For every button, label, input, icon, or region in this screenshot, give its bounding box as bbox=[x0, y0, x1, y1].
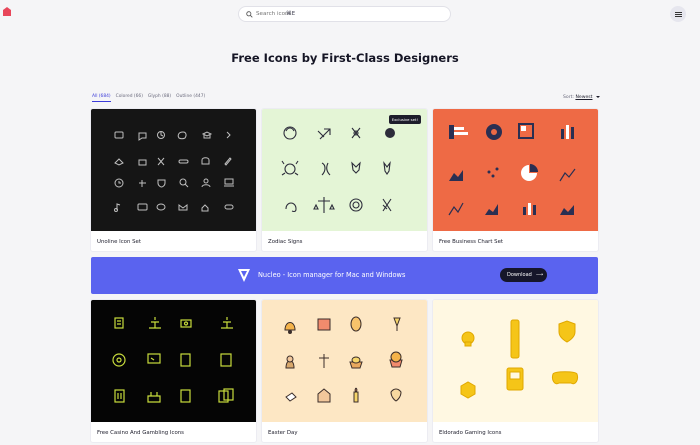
menu-icon bbox=[674, 11, 682, 17]
tab-outline[interactable]: Outline (447) bbox=[176, 94, 205, 102]
download-label: Download bbox=[507, 272, 532, 278]
exclusive-badge: Exclusive set! bbox=[388, 115, 421, 124]
tab-colored[interactable]: Colored (66) bbox=[116, 94, 143, 102]
card-thumbnail bbox=[433, 300, 598, 422]
tab-all[interactable]: All (684) bbox=[92, 94, 111, 102]
business-chart-icons-preview bbox=[448, 123, 576, 216]
outline-icons-preview bbox=[114, 131, 234, 212]
tab-glyph[interactable]: Glyph (88) bbox=[148, 94, 171, 102]
page-title: Free Icons by First-Class Designers bbox=[231, 51, 459, 65]
easter-icons-preview bbox=[284, 316, 403, 403]
icon-set-card[interactable]: Unoline Icon Set bbox=[91, 109, 256, 251]
casino-icons-preview bbox=[112, 317, 234, 403]
search-bar[interactable]: ⌘E bbox=[238, 6, 451, 22]
card-title[interactable]: Zodiac Signs bbox=[268, 239, 302, 245]
card-title[interactable]: Free Business Chart Set bbox=[439, 239, 503, 245]
gaming-icons-preview bbox=[460, 319, 578, 399]
search-shortcut: ⌘E bbox=[286, 11, 296, 17]
app-logo[interactable] bbox=[3, 7, 11, 16]
card-title[interactable]: Free Casino And Gambling Icons bbox=[97, 430, 184, 436]
sort-label: Sort: bbox=[563, 95, 574, 100]
zodiac-icons-preview bbox=[281, 126, 395, 213]
sort-control[interactable]: Sort: Newest bbox=[563, 95, 600, 100]
sort-value[interactable]: Newest bbox=[575, 95, 592, 100]
filter-tabs: All (684) Colored (66) Glyph (88) Outlin… bbox=[92, 94, 205, 102]
search-icon bbox=[246, 10, 253, 18]
nucleo-logo-icon bbox=[238, 269, 250, 282]
arrow-right-icon: ⟶ bbox=[535, 272, 544, 278]
menu-button[interactable] bbox=[670, 6, 686, 22]
chevron-down-icon bbox=[595, 95, 600, 98]
icon-set-card[interactable]: Easter Day bbox=[262, 300, 427, 442]
card-title[interactable]: Unoline Icon Set bbox=[97, 239, 141, 245]
card-title[interactable]: Eldorado Gaming Icons bbox=[439, 430, 501, 436]
card-title[interactable]: Easter Day bbox=[268, 430, 298, 436]
icon-set-card[interactable]: Free Business Chart Set bbox=[433, 109, 598, 251]
icon-set-card[interactable]: Free Casino And Gambling Icons bbox=[91, 300, 256, 442]
icon-set-card[interactable]: Exclusive set! Zodiac Signs bbox=[262, 109, 427, 251]
card-thumbnail bbox=[91, 109, 256, 231]
banner-text: Nucleo - Icon manager for Mac and Window… bbox=[258, 271, 406, 279]
icon-set-card[interactable]: Eldorado Gaming Icons bbox=[433, 300, 598, 442]
promo-banner[interactable]: Nucleo - Icon manager for Mac and Window… bbox=[91, 257, 598, 294]
card-thumbnail bbox=[91, 300, 256, 422]
top-bar: ⌘E bbox=[0, 0, 700, 28]
card-thumbnail bbox=[262, 300, 427, 422]
download-button[interactable]: Download ⟶ bbox=[500, 268, 547, 282]
card-thumbnail bbox=[433, 109, 598, 231]
card-thumbnail: Exclusive set! bbox=[262, 109, 427, 231]
search-input[interactable] bbox=[256, 11, 356, 17]
